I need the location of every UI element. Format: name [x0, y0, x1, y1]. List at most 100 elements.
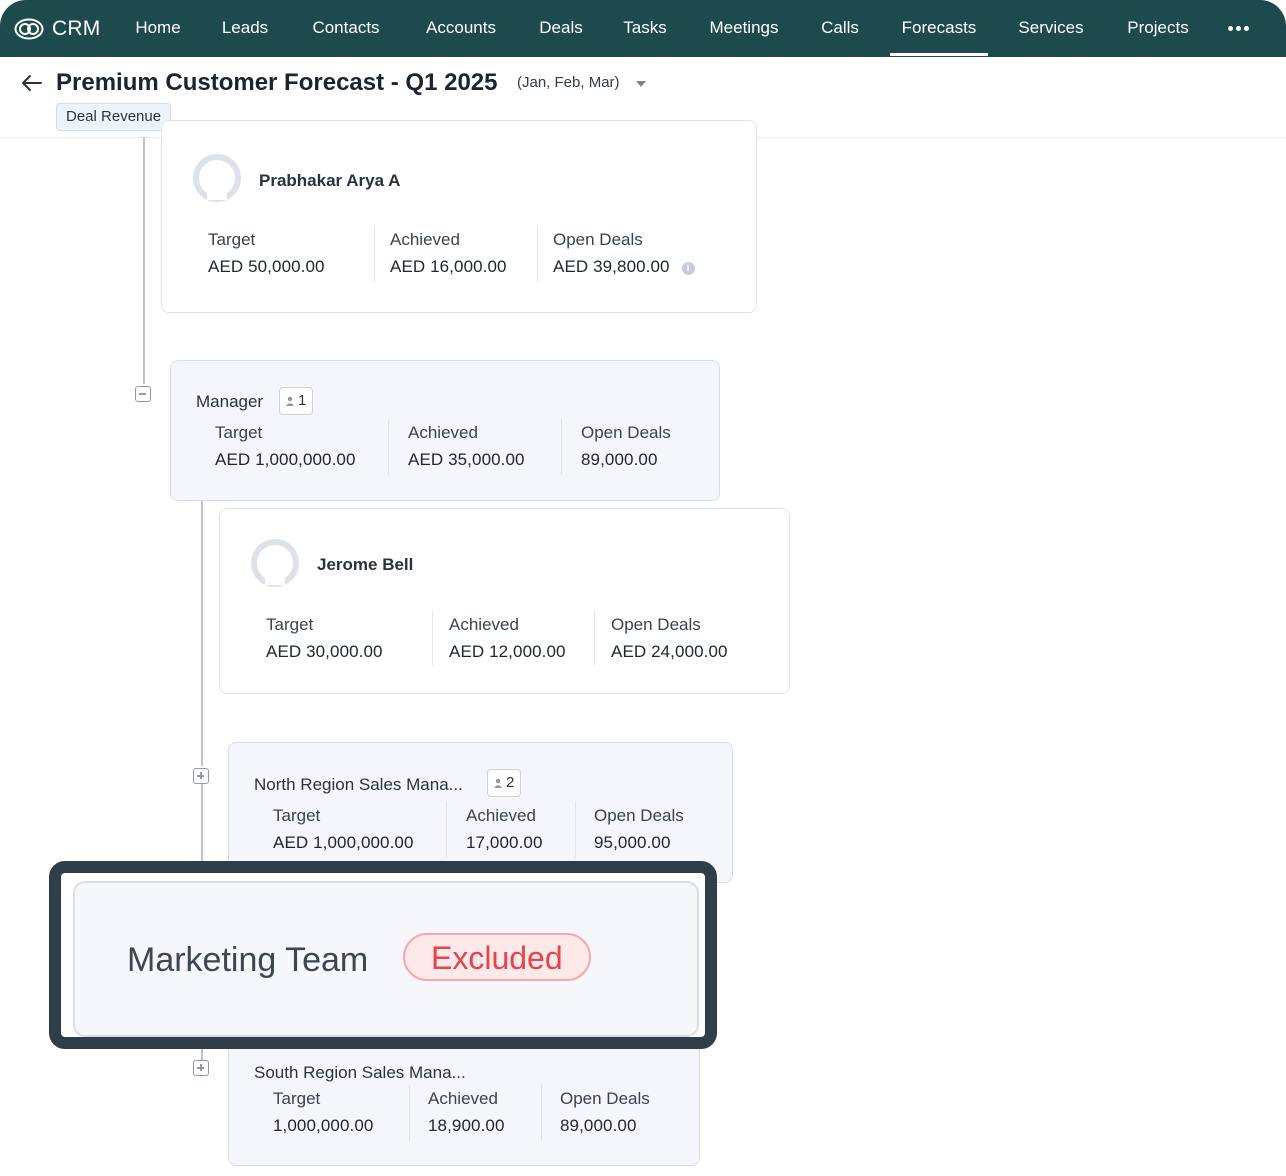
- user-name: Jerome Bell: [317, 555, 414, 574]
- divider: [575, 801, 576, 857]
- member-count: 2: [506, 774, 515, 791]
- period-range[interactable]: (Jan, Feb, Mar): [517, 74, 620, 91]
- target-metric: Target AED 50,000.00: [208, 230, 325, 277]
- divider: [388, 419, 389, 475]
- target-value: AED 50,000.00: [208, 257, 325, 276]
- nav-home[interactable]: Home: [124, 0, 192, 57]
- target-metric: Target 1,000,000.00: [273, 1089, 373, 1136]
- nav-deals[interactable]: Deals: [530, 0, 592, 57]
- open-deals-value: 89,000.00: [560, 1116, 637, 1135]
- achieved-value: AED 16,000.00: [390, 257, 507, 276]
- achieved-label: Achieved: [390, 230, 460, 249]
- nav-accounts[interactable]: Accounts: [413, 0, 509, 57]
- nav-tasks[interactable]: Tasks: [613, 0, 677, 57]
- achieved-label: Achieved: [408, 423, 478, 442]
- nav-meetings[interactable]: Meetings: [697, 0, 791, 57]
- target-label: Target: [208, 230, 256, 249]
- target-metric: Target AED 1,000,000.00: [215, 423, 356, 470]
- divider: [446, 801, 447, 857]
- target-label: Target: [273, 1089, 321, 1108]
- group-card-marketing-team[interactable]: Marketing Team Excluded: [73, 881, 699, 1037]
- open-deals-label: Open Deals: [594, 806, 684, 825]
- tree-line: [201, 784, 203, 864]
- target-value: 1,000,000.00: [273, 1116, 374, 1135]
- back-arrow-icon[interactable]: [20, 71, 44, 95]
- user-card-jerome[interactable]: Jerome Bell Target AED 30,000.00 Achieve…: [219, 508, 790, 694]
- target-value: AED 30,000.00: [266, 642, 383, 661]
- member-count-badge[interactable]: 1: [279, 387, 314, 415]
- divider: [537, 227, 538, 281]
- open-deals-label: Open Deals: [560, 1089, 650, 1108]
- app-window: CRM Home Leads Contacts Accounts Deals T…: [0, 0, 1286, 1176]
- nav-contacts[interactable]: Contacts: [300, 0, 392, 57]
- divider: [561, 419, 562, 475]
- target-label: Target: [266, 615, 314, 634]
- avatar: [193, 154, 241, 202]
- avatar: [251, 539, 299, 587]
- target-label: Target: [215, 423, 263, 442]
- crm-logo-icon: [14, 18, 44, 39]
- achieved-metric: Achieved AED 35,000.00: [408, 423, 525, 470]
- divider: [374, 227, 375, 281]
- open-deals-value: 95,000.00: [594, 833, 671, 852]
- group-name: South Region Sales Mana...: [254, 1063, 466, 1082]
- achieved-value: AED 35,000.00: [408, 450, 525, 469]
- tree-line: [143, 138, 145, 384]
- open-deals-metric: Open Deals 89,000.00: [581, 423, 671, 470]
- page-title: Premium Customer Forecast - Q1 2025: [56, 69, 498, 96]
- divider: [409, 1085, 410, 1141]
- collapse-icon[interactable]: [135, 386, 151, 402]
- group-card-manager[interactable]: Manager 1 Target AED 1,000,000.00 Achiev…: [170, 360, 720, 501]
- brand[interactable]: CRM: [14, 17, 120, 41]
- achieved-value: 17,000.00: [466, 833, 543, 852]
- chevron-down-icon[interactable]: [636, 81, 646, 87]
- brand-name: CRM: [52, 16, 101, 40]
- expand-icon[interactable]: [193, 768, 209, 784]
- ellipsis-icon[interactable]: [1222, 0, 1254, 57]
- top-nav: CRM Home Leads Contacts Accounts Deals T…: [0, 0, 1286, 57]
- nav-services[interactable]: Services: [1008, 0, 1094, 57]
- user-icon: [286, 396, 294, 406]
- group-name: Marketing Team: [127, 941, 369, 979]
- achieved-metric: Achieved AED 16,000.00: [390, 230, 507, 277]
- nav-forecasts[interactable]: Forecasts: [890, 0, 988, 57]
- open-deals-row: AED 39,800.00 i: [553, 257, 695, 277]
- nav-calls[interactable]: Calls: [811, 0, 869, 57]
- info-icon[interactable]: i: [681, 262, 695, 275]
- achieved-label: Achieved: [466, 806, 536, 825]
- user-icon: [494, 778, 502, 788]
- target-value: AED 1,000,000.00: [273, 833, 414, 852]
- open-deals-value: 89,000.00: [581, 450, 658, 469]
- excluded-team-callout: Marketing Team Excluded: [49, 861, 717, 1049]
- achieved-label: Achieved: [428, 1089, 498, 1108]
- open-deals-metric: Open Deals 95,000.00: [594, 806, 684, 853]
- forecast-type-tag: Deal Revenue: [56, 103, 172, 131]
- group-card-south-region[interactable]: South Region Sales Mana... Target 1,000,…: [228, 1030, 700, 1166]
- member-count: 1: [298, 392, 307, 409]
- open-deals-metric: Open Deals AED 39,800.00 i: [553, 230, 695, 277]
- user-card-prabhakar[interactable]: Prabhakar Arya A Target AED 50,000.00 Ac…: [161, 120, 757, 313]
- excluded-status-badge: Excluded: [403, 933, 591, 981]
- nav-leads[interactable]: Leads: [212, 0, 278, 57]
- achieved-value: AED 12,000.00: [449, 642, 566, 661]
- tree-line: [201, 1048, 203, 1060]
- divider: [541, 1085, 542, 1141]
- open-deals-metric: Open Deals AED 24,000.00: [611, 615, 728, 662]
- achieved-metric: Achieved 17,000.00: [466, 806, 543, 853]
- member-count-badge[interactable]: 2: [487, 769, 522, 797]
- expand-icon[interactable]: [193, 1060, 209, 1076]
- achieved-value: 18,900.00: [428, 1116, 505, 1135]
- target-metric: Target AED 1,000,000.00: [273, 806, 414, 853]
- group-name: North Region Sales Mana...: [254, 775, 463, 794]
- open-deals-value: AED 24,000.00: [611, 642, 728, 661]
- open-deals-label: Open Deals: [611, 615, 701, 634]
- divider: [432, 611, 433, 665]
- open-deals-label: Open Deals: [553, 230, 643, 249]
- nav-projects[interactable]: Projects: [1115, 0, 1201, 57]
- tree-line: [201, 500, 203, 766]
- open-deals-metric: Open Deals 89,000.00: [560, 1089, 650, 1136]
- user-name: Prabhakar Arya A: [259, 171, 401, 190]
- target-value: AED 1,000,000.00: [215, 450, 356, 469]
- achieved-metric: Achieved AED 12,000.00: [449, 615, 566, 662]
- open-deals-label: Open Deals: [581, 423, 671, 442]
